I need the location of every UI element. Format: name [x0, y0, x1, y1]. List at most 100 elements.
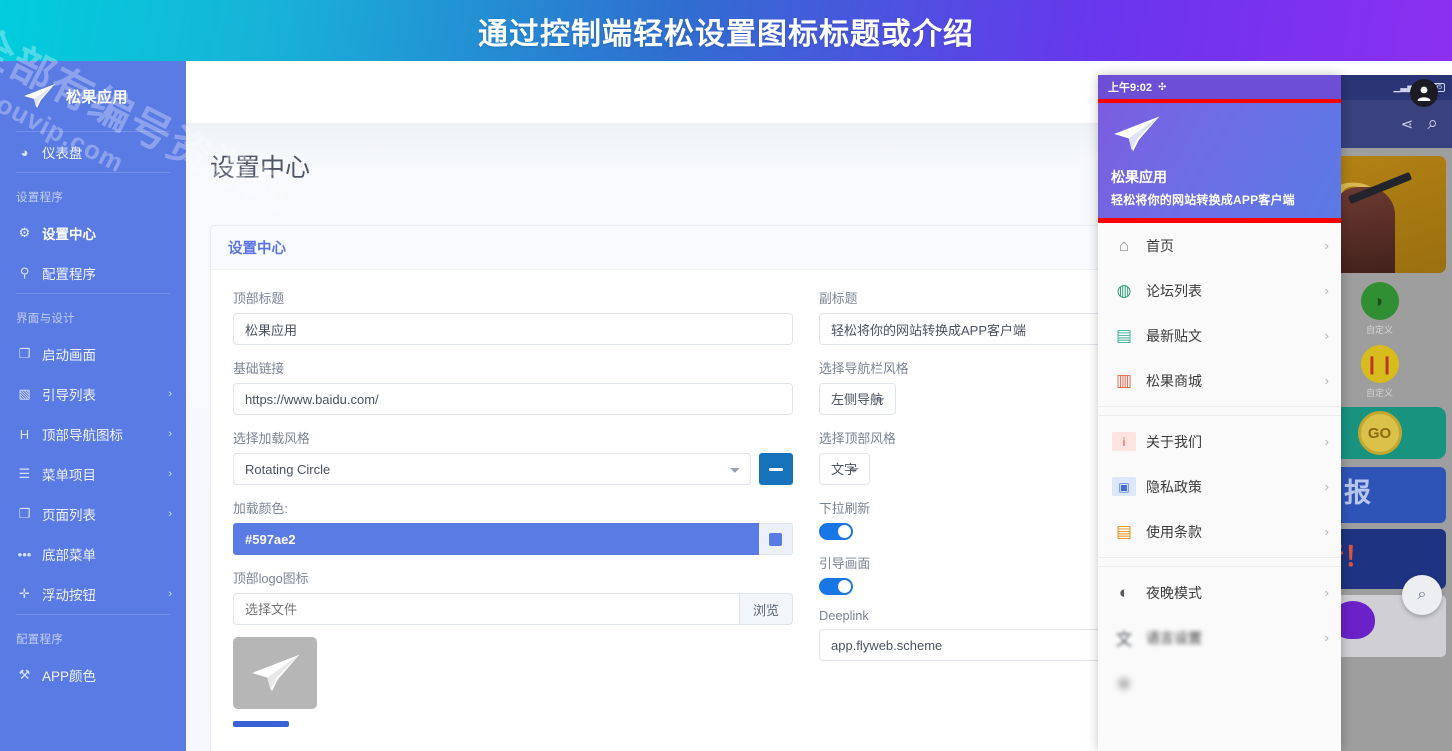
sidebar-item-label: 顶部导航图标 [42, 424, 159, 444]
chevron-right-icon: › [1325, 585, 1329, 600]
logo-file-input[interactable] [233, 593, 739, 625]
bluetooth-icon: ✣ [1158, 82, 1166, 93]
image-icon: ▧ [16, 386, 33, 402]
drawer-item-label: 使用条款 [1146, 522, 1315, 542]
sidebar-item-label: 配置程序 [42, 263, 172, 283]
go-badge: GO [1358, 411, 1402, 455]
nav-style-select[interactable]: 左侧导航 [819, 383, 896, 415]
sidebar-item-configure-program[interactable]: ⚲ 配置程序 [0, 253, 186, 293]
pull-refresh-toggle[interactable] [819, 523, 853, 540]
chevron-right-icon: › [1325, 524, 1329, 539]
sidebar-item-bottom-menu[interactable]: ••• 底部菜单 [0, 534, 186, 574]
sidebar-item-label: 页面列表 [42, 504, 159, 524]
drawer-item-forum-list[interactable]: ◍ 论坛列表 › [1098, 268, 1341, 313]
intro-screen-toggle[interactable] [819, 578, 853, 595]
drawer-item-label: 关于我们 [1146, 432, 1315, 452]
field-top-logo: 顶部logo图标 浏览 [233, 568, 793, 727]
chevron-right-icon: › [168, 468, 172, 480]
drawer-item-terms[interactable]: ▤ 使用条款 › [1098, 509, 1341, 554]
remove-loading-style-button[interactable] [759, 453, 793, 485]
field-base-url: 基础链接 [233, 358, 793, 415]
drawer-title: 松果应用 [1111, 167, 1328, 187]
user-icon [1415, 84, 1433, 102]
sidebar-brand-label: 松果应用 [66, 86, 128, 107]
drawer-item-about-us[interactable]: i 关于我们 › [1098, 419, 1341, 464]
chevron-right-icon: › [168, 388, 172, 400]
drawer-separator-1 [1098, 406, 1341, 416]
wrench-icon: ⚒ [16, 667, 33, 683]
sidebar-item-page-list[interactable]: ❐ 页面列表 › [0, 494, 186, 534]
sidebar-item-label: 底部菜单 [42, 544, 172, 564]
book-icon: ❙❙ [1364, 354, 1394, 375]
sidebar-item-floating-button[interactable]: ✛ 浮动按钮 › [0, 574, 186, 614]
minus-icon [769, 468, 783, 471]
drawer-item-night-mode[interactable]: ◐ 夜晚模式 › [1098, 570, 1341, 615]
contrast-icon: ◐ [1112, 583, 1136, 603]
chevron-right-icon: › [1325, 630, 1329, 645]
chevron-right-icon: › [1325, 328, 1329, 343]
sidebar-section-configure: 配置程序 [0, 615, 186, 655]
mic-icon: ◗ [1374, 291, 1385, 312]
drawer-status-bar: 上午9:02 ✣ [1098, 75, 1341, 99]
translate-icon: 文 [1112, 625, 1136, 650]
dots-icon: ••• [16, 547, 33, 562]
drawer-item-label [1146, 675, 1329, 691]
sidebar-item-menu-items[interactable]: ☰ 菜单项目 › [0, 454, 186, 494]
chevron-right-icon: › [1325, 238, 1329, 253]
sidebar-item-dashboard[interactable]: ◕ 仪表盘 [0, 132, 186, 172]
shortcut-label: 自定义 [1366, 323, 1393, 336]
drawer-header: 松果应用 轻松将你的网站转换成APP客户端 [1098, 103, 1341, 218]
loading-style-row: Rotating Circle [233, 453, 793, 485]
sidebar-item-label: 仪表盘 [42, 142, 172, 162]
sidebar-item-settings-center[interactable]: ⚙ 设置中心 [0, 213, 186, 253]
top-style-select[interactable]: 文字 [819, 453, 870, 485]
drawer-item-label: 首页 [1146, 236, 1315, 256]
drawer-item-label: 夜晚模式 [1146, 583, 1315, 603]
sidebar-section-settings: 设置程序 [0, 173, 186, 213]
top-title-input[interactable] [233, 313, 793, 345]
drawer-subtitle: 轻松将你的网站转换成APP客户端 [1111, 191, 1328, 208]
color-swatch-icon [769, 533, 782, 546]
avatar[interactable] [1410, 79, 1438, 107]
loading-color-input[interactable] [233, 523, 759, 555]
chevron-right-icon: › [168, 428, 172, 440]
base-url-input[interactable] [233, 383, 793, 415]
shop-icon: ▥ [1112, 371, 1136, 391]
field-top-title: 顶部标题 [233, 288, 793, 345]
drawer-item-partial[interactable]: ◉ [1098, 660, 1341, 705]
logo-browse-button[interactable]: 浏览 [739, 593, 793, 625]
sidebar-brand[interactable]: 松果应用 [0, 61, 186, 131]
sidebar-item-label: APP颜色 [42, 665, 172, 685]
sidebar-item-splash-screen[interactable]: ❐ 启动画面 [0, 334, 186, 374]
promo-banner: 通过控制端轻松设置图标标题或介绍 [0, 0, 1452, 61]
drawer-item-home[interactable]: ⌂ 首页 › [1098, 223, 1341, 268]
share-icon[interactable]: ⋖ [1401, 115, 1414, 133]
chevron-right-icon: › [1325, 479, 1329, 494]
sidebar-item-label: 引导列表 [42, 384, 159, 404]
list-icon: ☰ [16, 466, 33, 482]
save-button-peek[interactable] [233, 721, 289, 727]
loading-color-row [233, 523, 793, 555]
drawer-item-language[interactable]: 文 语言设置 › [1098, 615, 1341, 660]
sidebar-item-top-nav-icons[interactable]: H 顶部导航图标 › [0, 414, 186, 454]
field-loading-color: 加载颜色: [233, 498, 793, 555]
color-swatch-button[interactable] [759, 523, 793, 555]
info-icon: i [1112, 432, 1136, 451]
drawer-item-shop[interactable]: ▥ 松果商城 › [1098, 358, 1341, 403]
search-icon[interactable]: ⌕ [1427, 113, 1438, 135]
app-drawer-preview: 上午9:02 ✣ 松果应用 轻松将你的网站转换成APP客户端 ⌂ 首页 › ◍ … [1098, 75, 1341, 751]
drawer-item-latest-posts[interactable]: ▤ 最新贴文 › [1098, 313, 1341, 358]
loading-style-select[interactable]: Rotating Circle [233, 453, 751, 485]
copy-icon: ❐ [16, 346, 33, 362]
home-icon: ⌂ [1112, 236, 1136, 256]
chevron-right-icon: › [1325, 283, 1329, 298]
sidebar-item-app-colors[interactable]: ⚒ APP颜色 [0, 655, 186, 695]
floating-search-button[interactable]: ⌕ [1402, 575, 1442, 615]
drawer-item-label: 论坛列表 [1146, 281, 1315, 301]
drawer-item-privacy-policy[interactable]: ▣ 隐私政策 › [1098, 464, 1341, 509]
logo-preview [233, 637, 317, 709]
sidebar-section-ui-design: 界面与设计 [0, 294, 186, 334]
logo-file-row: 浏览 [233, 593, 793, 625]
drawer-item-label: 隐私政策 [1146, 477, 1315, 497]
sidebar-item-intro-list[interactable]: ▧ 引导列表 › [0, 374, 186, 414]
